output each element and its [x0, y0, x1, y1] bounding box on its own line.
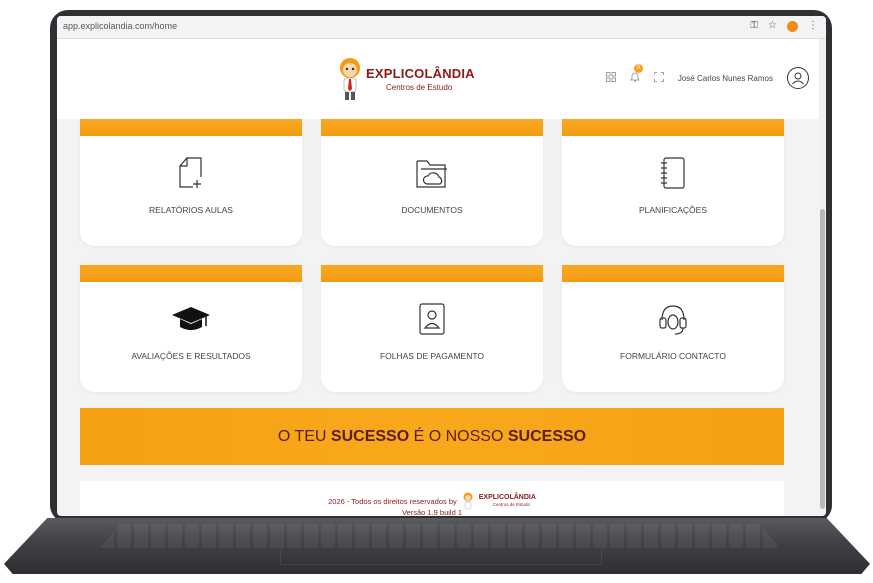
card-planificacoes[interactable]: PLANIFICAÇÕES — [562, 119, 784, 246]
card-formulario-contacto[interactable]: FORMULÁRIO CONTACTO — [562, 265, 784, 392]
card-label: PLANIFICAÇÕES — [638, 205, 708, 215]
cloud-folder-icon — [321, 157, 543, 189]
user-avatar-icon[interactable] — [787, 67, 809, 89]
card-header-bar — [562, 265, 784, 282]
key-icon[interactable]: ⚿ — [750, 19, 758, 33]
laptop-keyboard — [100, 524, 780, 548]
logo-title: EXPLICOLÂNDIA — [366, 66, 475, 81]
laptop-screen: app.explicolandia.com/home ⚿ ☆ ⋮ EXPLICO… — [57, 16, 826, 516]
star-icon[interactable]: ☆ — [768, 19, 777, 33]
card-header-bar — [80, 265, 302, 282]
graduation-cap-icon — [80, 305, 302, 333]
headset-icon — [562, 303, 784, 337]
contact-card-icon — [321, 303, 543, 335]
menu-dots-icon[interactable]: ⋮ — [808, 19, 818, 33]
page-scrollbar[interactable] — [819, 39, 826, 516]
notification-bell-icon[interactable]: 0 — [629, 64, 643, 85]
mascot-icon — [340, 58, 360, 100]
footer-logo[interactable]: EXPLICOLÂNDIA Centros de Estudo — [479, 494, 536, 508]
footer-logo-subtitle: Centros de Estudo — [492, 502, 531, 507]
card-header-bar — [562, 119, 784, 136]
card-label: FOLHAS DE PAGAMENTO — [379, 351, 485, 361]
extension-icon[interactable] — [787, 20, 798, 32]
card-header-bar — [80, 119, 302, 136]
apps-grid-icon[interactable] — [605, 71, 616, 85]
new-document-icon — [80, 157, 302, 189]
banner-text: O TEU SUCESSO É O NOSSO SUCESSO — [277, 427, 587, 445]
user-name[interactable]: José Carlos Nunes Ramos — [678, 74, 773, 83]
success-banner: O TEU SUCESSO É O NOSSO SUCESSO — [80, 408, 784, 465]
footer-logo-title: EXPLICOLÂNDIA — [478, 494, 536, 501]
card-label: AVALIAÇÕES E RESULTADOS — [131, 351, 251, 361]
copyright-text: 2026 - Todos os direitos reservados by — [328, 496, 457, 506]
card-header-bar — [321, 265, 543, 282]
card-label: FORMULÁRIO CONTACTO — [620, 351, 726, 361]
browser-toolbar: ⚿ ☆ ⋮ — [750, 19, 818, 33]
fullscreen-icon[interactable] — [653, 71, 664, 85]
notebook-icon — [562, 157, 784, 189]
browser-bar: app.explicolandia.com/home ⚿ ☆ ⋮ — [57, 16, 826, 39]
app-header: EXPLICOLÂNDIA Centros de Estudo 0 José C… — [57, 39, 819, 119]
address-bar[interactable]: app.explicolandia.com/home — [63, 21, 177, 31]
card-header-bar — [321, 119, 543, 136]
header-tools: 0 José Carlos Nunes Ramos — [605, 64, 809, 89]
card-label: RELATÓRIOS AULAS — [149, 205, 233, 215]
card-avaliacoes[interactable]: AVALIAÇÕES E RESULTADOS — [80, 265, 302, 392]
card-label: DOCUMENTOS — [401, 205, 463, 215]
version-text: Versão 1.9 build 1 — [401, 508, 463, 516]
laptop-trackpad — [280, 550, 602, 565]
card-documentos[interactable]: DOCUMENTOS — [321, 119, 543, 246]
logo-subtitle: Centros de Estudo — [386, 83, 453, 92]
card-folhas-pagamento[interactable]: FOLHAS DE PAGAMENTO — [321, 265, 543, 392]
page-footer: 2026 - Todos os direitos reservados by E… — [80, 481, 784, 516]
card-relatorios-aulas[interactable]: RELATÓRIOS AULAS — [80, 119, 302, 246]
scrollbar-thumb[interactable] — [820, 209, 825, 509]
notification-badge: 0 — [633, 64, 643, 73]
brand-logo[interactable]: EXPLICOLÂNDIA Centros de Estudo — [336, 56, 476, 104]
